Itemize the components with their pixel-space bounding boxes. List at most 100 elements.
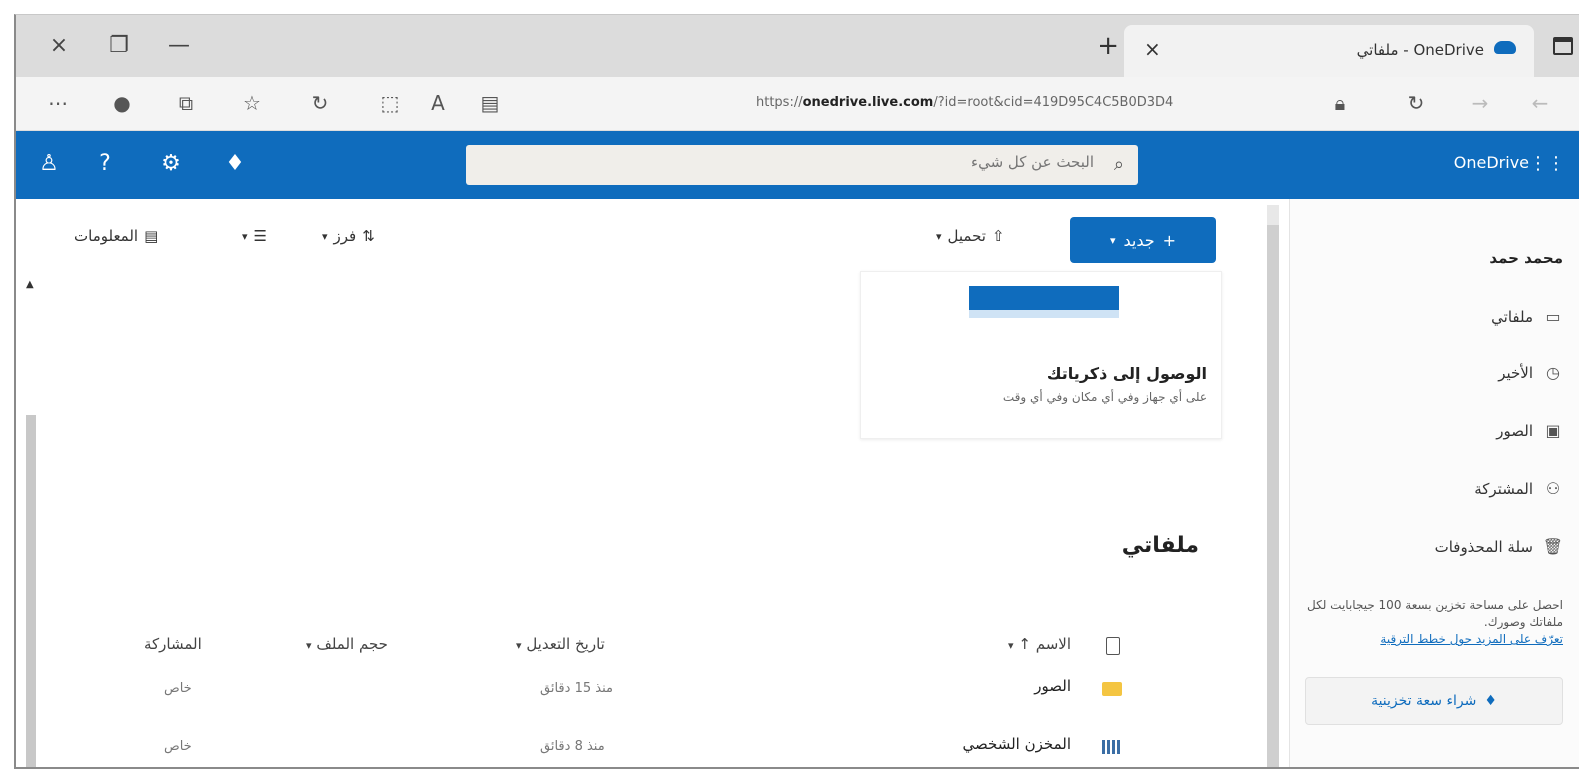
memories-card-subtitle: على أي جهاز وفي أي مكان وفي أي وقت bbox=[1002, 390, 1207, 404]
settings-icon[interactable]: ⚙ bbox=[156, 151, 186, 176]
scrollbar-thumb[interactable] bbox=[1267, 225, 1279, 767]
collections-icon[interactable]: ⧉ bbox=[172, 91, 200, 115]
help-icon[interactable]: ? bbox=[90, 151, 120, 176]
navigation-pane: محمد حمد ▭ ملفاتي ◷ الأخير ▣ الصور ⚇ الم… bbox=[1289, 199, 1579, 767]
chevron-down-icon: ▾ bbox=[242, 229, 248, 243]
nav-item-label: ملفاتي bbox=[1491, 307, 1533, 326]
nav-item-label: الصور bbox=[1496, 421, 1533, 440]
tab-close-icon[interactable]: × bbox=[1144, 37, 1161, 61]
column-label: حجم الملف bbox=[316, 635, 388, 653]
account-icon[interactable]: ♙ bbox=[34, 151, 64, 176]
info-label: المعلومات bbox=[74, 227, 139, 245]
extensions-icon[interactable]: ⬚ bbox=[376, 91, 404, 115]
promo-link[interactable]: تعرّف على المزيد حول خطط الترقية bbox=[1380, 632, 1563, 646]
ellipsis-icon[interactable]: ⋯ bbox=[44, 91, 72, 115]
refresh-icon[interactable]: ↻ bbox=[306, 91, 334, 115]
column-label: المشاركة bbox=[144, 635, 202, 653]
column-header-sharing[interactable]: المشاركة bbox=[144, 635, 202, 653]
column-header-modified[interactable]: تاريخ التعديل ▾ bbox=[516, 635, 605, 653]
memories-card[interactable]: الوصول إلى ذكرياتك على أي جهاز وفي أي مك… bbox=[860, 271, 1222, 439]
upload-label: تحميل bbox=[947, 227, 986, 245]
chevron-down-icon: ▾ bbox=[1109, 233, 1116, 247]
nav-item-recycle-bin[interactable]: 🗑︎ سلة المحذوفات bbox=[1435, 537, 1563, 556]
personal-vault-icon bbox=[1102, 739, 1120, 758]
tab-onedrive[interactable]: OneDrive - ملفاتي × bbox=[1124, 25, 1534, 77]
url-prefix: https:// bbox=[756, 95, 803, 110]
promo-text: احصل على مساحة تخزين بسعة 100 جيجابايت ل… bbox=[1306, 598, 1563, 629]
details-scrollbar[interactable] bbox=[26, 415, 36, 767]
folder-icon: ▭ bbox=[1545, 307, 1561, 326]
browser-window: × ❐ — + OneDrive - ملفاتي × ⋯ ● ⧉ ☆ ↻ ⬚ … bbox=[14, 14, 1579, 769]
back-icon[interactable]: ← bbox=[1526, 91, 1554, 115]
read-aloud-icon[interactable]: A bbox=[424, 91, 452, 115]
new-button[interactable]: + جديد ▾ bbox=[1070, 217, 1216, 263]
onedrive-header: ♙ ? ⚙ ♦ ⌕ OneDrive ⋮⋮ bbox=[16, 131, 1579, 199]
user-name: محمد حمد bbox=[1489, 249, 1563, 267]
column-label: الاسم bbox=[1035, 635, 1071, 653]
plus-icon: + bbox=[1162, 230, 1177, 250]
window-close-icon[interactable]: × bbox=[44, 33, 74, 58]
profile-icon[interactable]: ● bbox=[108, 91, 136, 115]
memories-card-image bbox=[969, 286, 1119, 318]
window-minimize-icon[interactable]: — bbox=[164, 33, 194, 58]
tab-bar: × ❐ — + OneDrive - ملفاتي × bbox=[16, 15, 1579, 77]
buy-storage-button[interactable]: ♦ شراء سعة تخزينية bbox=[1305, 677, 1563, 725]
trash-icon: 🗑︎ bbox=[1542, 537, 1563, 556]
tab-title: OneDrive - ملفاتي bbox=[1356, 41, 1484, 59]
folder-yellow-icon bbox=[1102, 681, 1122, 700]
main-scrollbar[interactable] bbox=[1267, 205, 1279, 767]
chevron-down-icon: ▾ bbox=[516, 639, 522, 652]
upload-icon: ⇧ bbox=[991, 227, 1005, 245]
column-label: تاريخ التعديل bbox=[526, 635, 605, 653]
file-sharing: خاص bbox=[164, 681, 192, 696]
nav-item-recent[interactable]: ◷ الأخير bbox=[1498, 363, 1563, 382]
nav-item-label: سلة المحذوفات bbox=[1434, 537, 1533, 556]
search-input[interactable] bbox=[494, 153, 1094, 171]
file-modified: منذ 8 دقائق bbox=[540, 739, 605, 754]
file-modified: منذ 15 دقائق bbox=[540, 681, 613, 696]
file-type-header-icon[interactable] bbox=[1106, 637, 1120, 659]
premium-diamond-icon[interactable]: ♦ bbox=[220, 151, 250, 176]
forward-icon[interactable]: → bbox=[1466, 91, 1494, 115]
chevron-down-icon: ▾ bbox=[936, 229, 942, 243]
search-box[interactable]: ⌕ bbox=[466, 145, 1138, 185]
tab-actions-icon[interactable] bbox=[1553, 37, 1573, 55]
onedrive-cloud-icon bbox=[1494, 41, 1516, 54]
upload-button[interactable]: ⇧ تحميل ▾ bbox=[936, 227, 1005, 245]
view-options-button[interactable]: ☰ ▾ bbox=[242, 227, 267, 245]
nav-item-my-files[interactable]: ▭ ملفاتي bbox=[1491, 307, 1563, 326]
waffle-icon[interactable]: ⋮⋮ bbox=[1529, 153, 1565, 174]
nav-item-shared[interactable]: ⚇ المشتركة bbox=[1474, 479, 1563, 498]
brand-name[interactable]: OneDrive bbox=[1454, 153, 1529, 172]
memories-card-title: الوصول إلى ذكرياتك bbox=[1046, 364, 1207, 383]
lock-icon[interactable]: 🔒︎ bbox=[1326, 91, 1354, 115]
scroll-up-arrow-icon[interactable]: ▲ bbox=[26, 279, 34, 290]
file-name-photos[interactable]: الصور bbox=[1034, 677, 1071, 695]
chevron-down-icon: ▾ bbox=[306, 639, 312, 652]
address-bar: ⋯ ● ⧉ ☆ ↻ ⬚ A ▤ https://onedrive.live.co… bbox=[16, 77, 1579, 131]
list-view-icon: ☰ bbox=[253, 227, 267, 245]
column-header-name[interactable]: الاسم ↑ ▾ bbox=[1008, 635, 1071, 653]
url-host: onedrive.live.com bbox=[802, 95, 934, 110]
info-pane-icon: ▤ bbox=[144, 227, 159, 245]
reload-icon[interactable]: ↻ bbox=[1402, 91, 1430, 115]
sort-label: فرز bbox=[333, 227, 357, 245]
file-sharing: خاص bbox=[164, 739, 192, 754]
buy-storage-label: شراء سعة تخزينية bbox=[1371, 693, 1477, 709]
column-header-size[interactable]: حجم الملف ▾ bbox=[306, 635, 388, 653]
sort-ascending-icon: ↑ bbox=[1018, 635, 1031, 653]
clock-icon: ◷ bbox=[1546, 363, 1560, 382]
info-button[interactable]: ▤ المعلومات bbox=[74, 227, 158, 245]
sort-icon: ⇅ bbox=[362, 227, 375, 245]
reader-icon[interactable]: ▤ bbox=[476, 91, 504, 115]
nav-item-photos[interactable]: ▣ الصور bbox=[1496, 421, 1563, 440]
new-tab-button[interactable]: + bbox=[1097, 31, 1119, 61]
address-url[interactable]: https://onedrive.live.com/?id=root&cid=4… bbox=[756, 95, 1173, 110]
photo-icon: ▣ bbox=[1545, 421, 1561, 440]
favorites-icon[interactable]: ☆ bbox=[238, 91, 266, 115]
sort-button[interactable]: ⇅ فرز ▾ bbox=[322, 227, 375, 245]
window-restore-icon[interactable]: ❐ bbox=[104, 33, 134, 58]
new-label: جديد bbox=[1123, 230, 1155, 250]
page-title: ملفاتي bbox=[1121, 533, 1199, 558]
file-name-personal-vault[interactable]: المخزن الشخصي bbox=[963, 735, 1071, 753]
